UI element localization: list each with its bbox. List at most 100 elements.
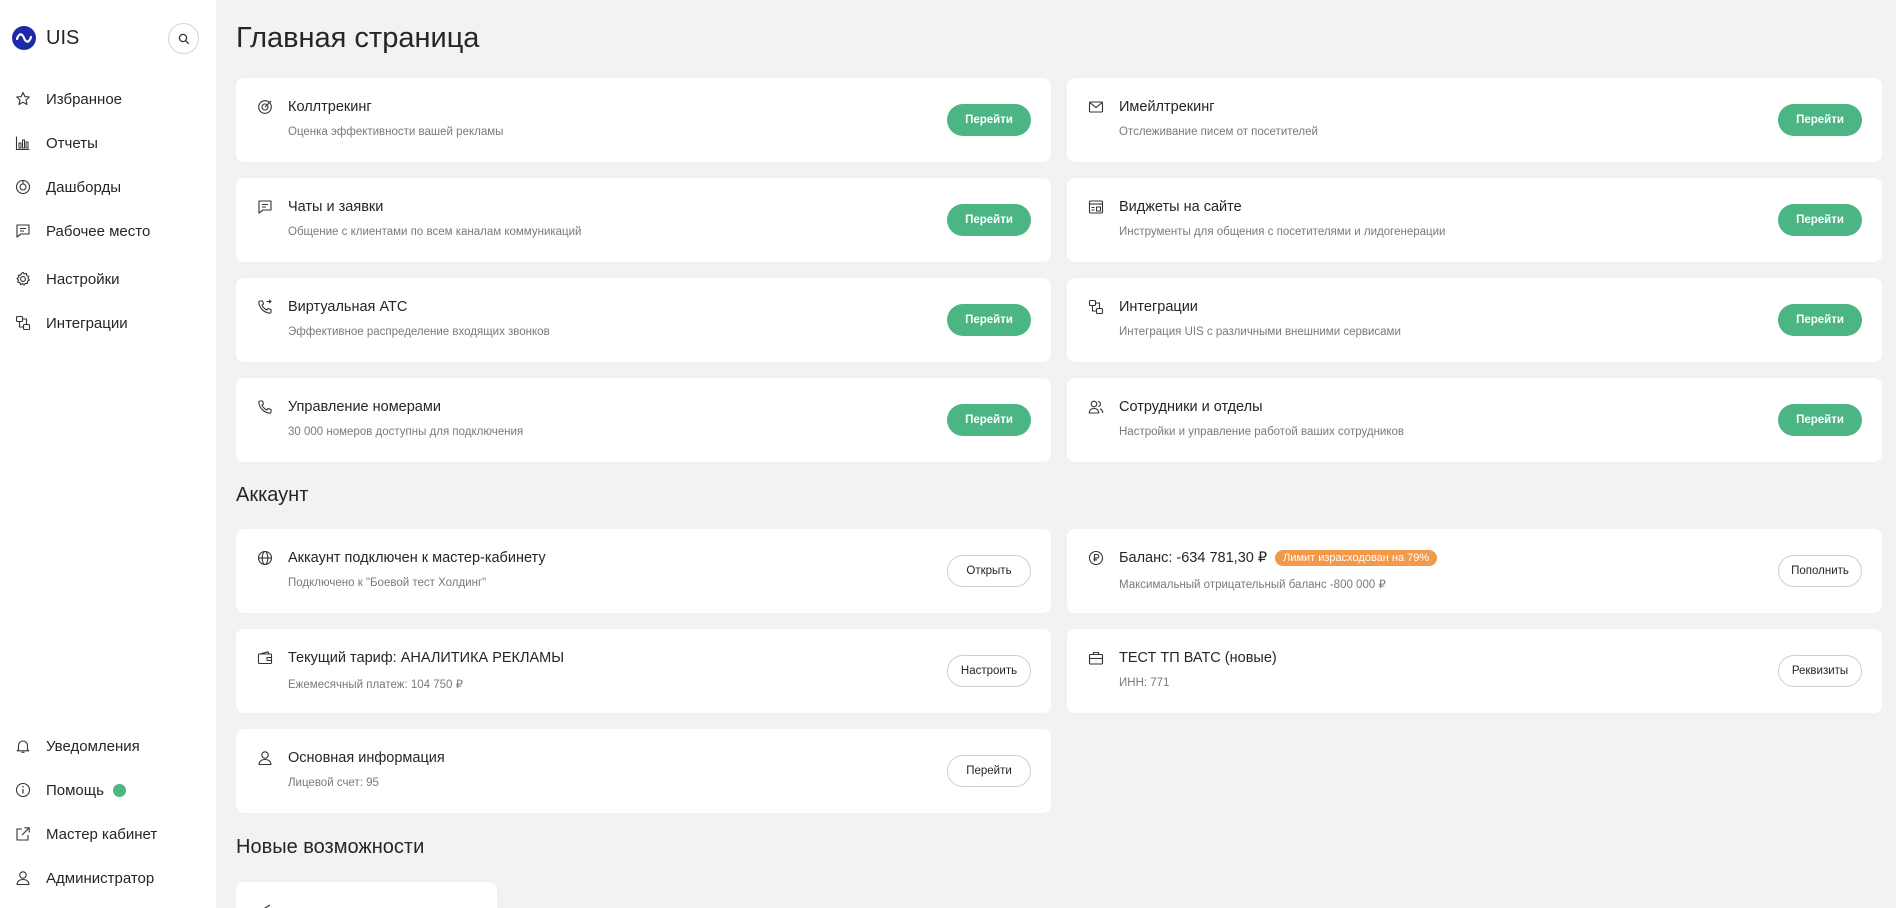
go-button[interactable]: Перейти xyxy=(1778,204,1862,236)
chat-icon xyxy=(256,198,274,216)
card-title: Чаты и заявки xyxy=(288,199,384,215)
page-title: Главная страница xyxy=(236,22,480,54)
go-button[interactable]: Перейти xyxy=(947,404,1031,436)
product-card-employees: Сотрудники и отделы Настройки и управлен… xyxy=(1067,378,1882,462)
balance-value: Баланс: -634 781,30 ₽ xyxy=(1119,550,1268,566)
card-title: Аккаунт подключен к мастер-кабинету xyxy=(288,550,546,566)
wallet-icon xyxy=(256,649,274,667)
go-button[interactable]: Перейти xyxy=(947,204,1031,236)
sidebar-item-workplace[interactable]: Рабочее место xyxy=(0,214,216,248)
info-icon xyxy=(14,781,32,799)
sidebar-item-label: Избранное xyxy=(46,90,123,108)
card-subtitle: Максимальный отрицательный баланс -800 0… xyxy=(1119,579,1386,591)
mail-icon xyxy=(1087,98,1105,116)
account-card-basic-info: Основная информация Лицевой счет: 95 Пер… xyxy=(236,729,1051,813)
workplace-icon xyxy=(14,222,32,240)
new-feature-card[interactable] xyxy=(236,882,497,908)
account-card-balance: Баланс: -634 781,30 ₽ Лимит израсходован … xyxy=(1067,529,1882,613)
go-button[interactable]: Перейти xyxy=(1778,304,1862,336)
dashboard-icon xyxy=(14,178,32,196)
go-button[interactable]: Перейти xyxy=(1778,404,1862,436)
card-subtitle: Оценка эффективности вашей рекламы xyxy=(288,126,504,138)
card-subtitle: Лицевой счет: 95 xyxy=(288,777,379,789)
product-card-virtual-pbx: Виртуальная АТС Эффективное распределени… xyxy=(236,278,1051,362)
sidebar-item-master-cabinet[interactable]: Мастер кабинет xyxy=(0,817,216,851)
card-subtitle: Отслеживание писем от посетителей xyxy=(1119,126,1318,138)
sidebar-item-label: Помощь xyxy=(46,781,104,799)
card-subtitle: Ежемесячный платеж: 104 750 ₽ xyxy=(288,679,463,691)
card-subtitle: Интеграция UIS с различными внешними сер… xyxy=(1119,326,1401,338)
card-title: Интеграции xyxy=(1119,299,1198,315)
sidebar-item-integrations[interactable]: Интеграции xyxy=(0,306,216,340)
phone-icon xyxy=(256,398,274,416)
external-link-icon xyxy=(14,825,32,843)
card-title: Имейлтрекинг xyxy=(1119,99,1215,115)
go-button[interactable]: Перейти xyxy=(947,755,1031,787)
app-name: UIS xyxy=(46,26,80,49)
megaphone-icon xyxy=(258,902,274,908)
sidebar-item-label: Рабочее место xyxy=(46,222,151,240)
sidebar-item-notifications[interactable]: Уведомления xyxy=(0,729,216,763)
sidebar-item-settings[interactable]: Настройки xyxy=(0,262,216,296)
card-subtitle: 30 000 номеров доступны для подключения xyxy=(288,426,524,438)
go-button[interactable]: Перейти xyxy=(947,304,1031,336)
card-title: Виджеты на сайте xyxy=(1119,199,1242,215)
sidebar-item-label: Интеграции xyxy=(46,314,128,332)
search-button[interactable] xyxy=(168,23,199,54)
search-icon xyxy=(178,33,189,44)
card-title: Баланс: -634 781,30 ₽ Лимит израсходован … xyxy=(1119,550,1438,566)
go-button[interactable]: Перейти xyxy=(947,104,1031,136)
phone-transfer-icon xyxy=(256,298,274,316)
product-card-emailtracking: Имейлтрекинг Отслеживание писем от посет… xyxy=(1067,78,1882,162)
product-card-widgets: Виджеты на сайте Инструменты для общения… xyxy=(1067,178,1882,262)
integration-icon xyxy=(14,314,32,332)
card-subtitle: ИНН: 771 xyxy=(1119,677,1170,689)
star-icon xyxy=(14,90,32,108)
requisites-button[interactable]: Реквизиты xyxy=(1778,655,1862,687)
sidebar-item-favorites[interactable]: Избранное xyxy=(0,82,216,116)
globe-icon xyxy=(256,549,274,567)
card-title: Коллтрекинг xyxy=(288,99,372,115)
sidebar-item-label: Уведомления xyxy=(46,737,140,755)
chart-icon xyxy=(14,134,32,152)
new-features-section-title: Новые возможности xyxy=(236,836,425,858)
open-button[interactable]: Открыть xyxy=(947,555,1031,587)
go-button[interactable]: Перейти xyxy=(1778,104,1862,136)
sidebar-item-administrator[interactable]: Администратор xyxy=(0,861,216,895)
sidebar-item-label: Отчеты xyxy=(46,134,98,152)
bell-icon xyxy=(14,737,32,755)
sidebar-item-label: Настройки xyxy=(46,270,120,288)
gear-icon xyxy=(14,270,32,288)
help-status-dot xyxy=(112,783,126,797)
card-title: Управление номерами xyxy=(288,399,441,415)
limit-badge: Лимит израсходован на 79% xyxy=(1275,550,1438,566)
sidebar-item-help[interactable]: Помощь xyxy=(0,773,216,807)
sidebar: UIS Избранное Отчеты Дашборды Рабочее ме… xyxy=(0,0,216,908)
integration-icon xyxy=(1087,298,1105,316)
card-subtitle: Подключено к "Боевой тест Холдинг" xyxy=(288,577,487,589)
card-subtitle: Инструменты для общения с посетителями и… xyxy=(1119,226,1446,238)
product-card-number-management: Управление номерами 30 000 номеров досту… xyxy=(236,378,1051,462)
card-title: ТЕСТ ТП ВАТС (новые) xyxy=(1119,650,1277,666)
briefcase-icon xyxy=(1087,649,1105,667)
sidebar-item-dashboards[interactable]: Дашборды xyxy=(0,170,216,204)
sidebar-item-label: Администратор xyxy=(46,869,155,887)
uis-logo-icon xyxy=(12,26,36,50)
account-section-title: Аккаунт xyxy=(236,484,309,506)
sidebar-item-label: Мастер кабинет xyxy=(46,825,158,843)
top-up-button[interactable]: Пополнить xyxy=(1778,555,1862,587)
card-title: Основная информация xyxy=(288,750,445,766)
configure-button[interactable]: Настроить xyxy=(947,655,1031,687)
sidebar-item-label: Дашборды xyxy=(46,178,121,196)
users-icon xyxy=(1087,398,1105,416)
user-icon xyxy=(14,869,32,887)
product-card-integrations: Интеграции Интеграция UIS с различными в… xyxy=(1067,278,1882,362)
account-card-company: ТЕСТ ТП ВАТС (новые) ИНН: 771 Реквизиты xyxy=(1067,629,1882,713)
target-icon xyxy=(256,98,274,116)
logo[interactable]: UIS xyxy=(12,26,79,50)
product-card-chats: Чаты и заявки Общение с клиентами по все… xyxy=(236,178,1051,262)
widget-icon xyxy=(1087,198,1105,216)
product-card-calltracking: Коллтрекинг Оценка эффективности вашей р… xyxy=(236,78,1051,162)
sidebar-item-reports[interactable]: Отчеты xyxy=(0,126,216,160)
account-card-tariff: Текущий тариф: АНАЛИТИКА РЕКЛАМЫ Ежемеся… xyxy=(236,629,1051,713)
